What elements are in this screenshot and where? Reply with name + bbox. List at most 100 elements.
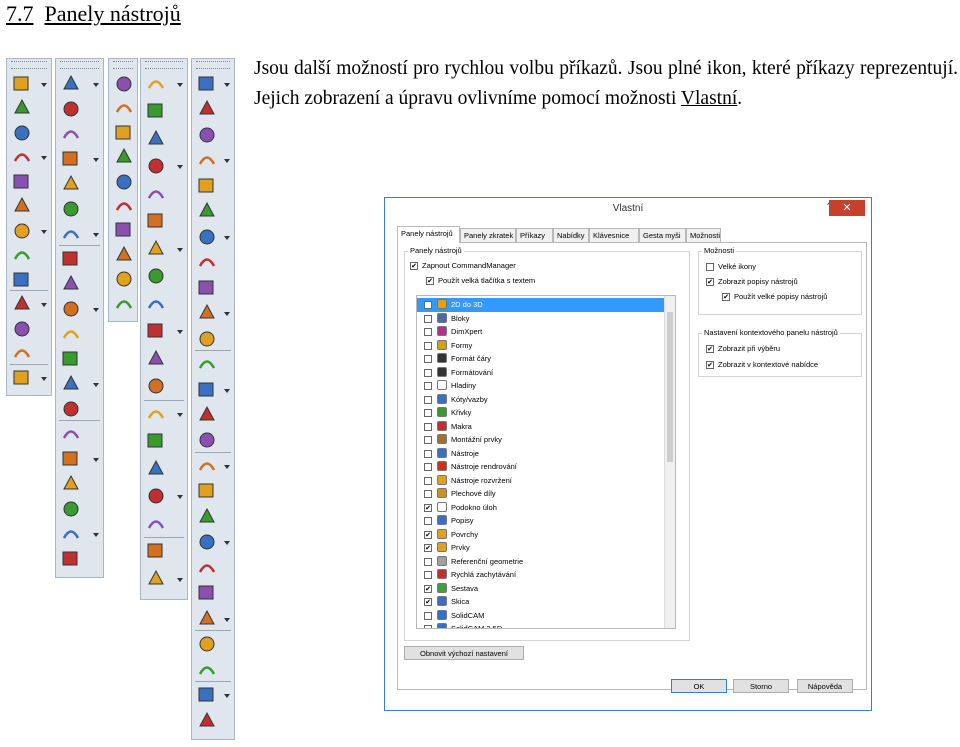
- tab-5[interactable]: Klávesnice: [589, 228, 639, 242]
- toolbar-grip[interactable]: [113, 61, 133, 69]
- toolbar-tool-icon[interactable]: [145, 100, 167, 122]
- toolbar-tool-icon[interactable]: [60, 523, 82, 545]
- toolbar-list-item[interactable]: Kóty/vazby: [417, 393, 667, 407]
- toolbar-tool-icon[interactable]: [145, 128, 167, 150]
- toolbar-tool-icon[interactable]: [113, 219, 135, 241]
- toolbar-tool-icon[interactable]: [60, 223, 82, 245]
- toolbar-checkbox[interactable]: [424, 328, 432, 336]
- toolbar-tool-icon[interactable]: [145, 568, 167, 590]
- show-tooltips-checkbox[interactable]: [706, 278, 714, 286]
- toolbar-list-item[interactable]: Formy: [417, 339, 667, 353]
- close-button[interactable]: ✕: [829, 200, 865, 216]
- chevron-down-icon[interactable]: [224, 464, 230, 469]
- chevron-down-icon[interactable]: [41, 83, 47, 87]
- toolbar-tool-icon[interactable]: [60, 423, 82, 445]
- toolbar-list-item[interactable]: Formát čáry: [417, 352, 667, 366]
- chevron-down-icon[interactable]: [93, 458, 99, 462]
- scrollbar-thumb[interactable]: [667, 312, 673, 462]
- toolbar-tool-icon[interactable]: [196, 506, 218, 528]
- toolbar-list-item[interactable]: Podokno úloh: [417, 501, 667, 515]
- toolbar-tool-icon[interactable]: [11, 146, 33, 168]
- toolbar-checkbox[interactable]: [424, 301, 432, 309]
- toolbar-tool-icon[interactable]: [11, 318, 33, 340]
- chevron-down-icon[interactable]: [93, 308, 99, 312]
- reset-defaults-button[interactable]: Obnovit výchozí nastavení: [404, 646, 524, 660]
- toolbar-tool-icon[interactable]: [60, 148, 82, 170]
- toolbar-list-item[interactable]: Rychlá zachytávání: [417, 568, 667, 582]
- toolbar-checkbox[interactable]: [424, 355, 432, 363]
- toolbar-tool-icon[interactable]: [196, 455, 218, 477]
- toolbar-checkbox[interactable]: [424, 544, 432, 552]
- toolbar-tool-icon[interactable]: [196, 200, 218, 222]
- toolbar-list-item[interactable]: Prvky: [417, 541, 667, 555]
- toolbar-tool-icon[interactable]: [11, 73, 33, 95]
- toolbar-tool-icon[interactable]: [145, 458, 167, 480]
- toolbar-tool-icon[interactable]: [113, 146, 135, 168]
- toolbar-tool-icon[interactable]: [60, 273, 82, 295]
- chevron-down-icon[interactable]: [177, 412, 183, 417]
- toolbar-tool-icon[interactable]: [196, 175, 218, 197]
- toolbar-list-item[interactable]: Nástroje rozvržení: [417, 474, 667, 488]
- toolbar-tool-icon[interactable]: [196, 98, 218, 120]
- toolbar-tool-icon[interactable]: [11, 171, 33, 193]
- toolbar-grip[interactable]: [11, 61, 47, 69]
- toolbar-tool-icon[interactable]: [196, 404, 218, 426]
- chevron-down-icon[interactable]: [224, 694, 230, 699]
- chevron-down-icon[interactable]: [177, 247, 183, 252]
- toolbars-list[interactable]: 2D do 3D Bloky DimXpert Formy Formát čáry For…: [416, 295, 676, 629]
- toolbar-tool-icon[interactable]: [196, 582, 218, 604]
- toolbar-tool-icon[interactable]: [60, 248, 82, 270]
- toolbar-tool-icon[interactable]: [60, 323, 82, 345]
- toolbar-tool-icon[interactable]: [60, 298, 82, 320]
- chevron-down-icon[interactable]: [93, 83, 99, 87]
- toolbar-tool-icon[interactable]: [113, 171, 135, 193]
- toolbar-list-item[interactable]: Nástroje: [417, 447, 667, 461]
- toolbar-tool-icon[interactable]: [11, 220, 33, 242]
- tab-4[interactable]: Nabídky: [553, 228, 589, 242]
- large-icons-checkbox[interactable]: [706, 263, 714, 271]
- toolbar-grip[interactable]: [196, 61, 230, 69]
- list-scrollbar[interactable]: [664, 296, 675, 628]
- tab-1[interactable]: Panely nástrojů: [397, 226, 460, 243]
- toolbar-tool-icon[interactable]: [11, 97, 33, 119]
- toolbar-tool-icon[interactable]: [60, 373, 82, 395]
- toolbar-tool-icon[interactable]: [11, 244, 33, 266]
- enable-commandmanager-checkbox[interactable]: [410, 262, 418, 270]
- toolbar-tool-icon[interactable]: [145, 320, 167, 342]
- toolbar-list-item[interactable]: 2D do 3D: [417, 298, 667, 312]
- toolbar-list-item[interactable]: Popisy: [417, 514, 667, 528]
- toolbar-tool-icon[interactable]: [11, 342, 33, 364]
- chevron-down-icon[interactable]: [41, 156, 47, 161]
- toolbar-list-item[interactable]: Referenční geometrie: [417, 555, 667, 569]
- toolbar-list-item[interactable]: Sestava: [417, 582, 667, 596]
- toolbar-list-item[interactable]: Povrchy: [417, 528, 667, 542]
- chevron-down-icon[interactable]: [41, 376, 47, 381]
- toolbar-tool-icon[interactable]: [60, 198, 82, 220]
- toolbar-tool-icon[interactable]: [60, 173, 82, 195]
- toolbar-checkbox[interactable]: [424, 476, 432, 485]
- toolbar-checkbox[interactable]: [424, 584, 432, 593]
- toolbar-list-item[interactable]: Plechové díly: [417, 487, 667, 501]
- toolbar-list-item[interactable]: Montážní prvky: [417, 433, 667, 447]
- tab-7[interactable]: Možnosti: [686, 228, 721, 242]
- toolbar-tool-icon[interactable]: [60, 473, 82, 495]
- toolbar-tool-icon[interactable]: [145, 183, 167, 205]
- chevron-down-icon[interactable]: [93, 533, 99, 537]
- toolbar-checkbox[interactable]: [424, 598, 432, 606]
- chevron-down-icon[interactable]: [224, 159, 230, 164]
- toolbar-grip[interactable]: [60, 61, 99, 69]
- toolbar-tool-icon[interactable]: [196, 710, 218, 732]
- toolbar-tool-icon[interactable]: [145, 293, 167, 315]
- toolbar-tool-icon[interactable]: [145, 430, 167, 452]
- toolbar-checkbox[interactable]: [424, 449, 432, 458]
- toolbar-list-item[interactable]: SolidCAM 2.5D: [417, 622, 667, 628]
- chevron-down-icon[interactable]: [41, 303, 47, 308]
- toolbar-tool-icon[interactable]: [60, 348, 82, 370]
- ok-button[interactable]: OK: [671, 679, 727, 693]
- toolbar-tool-icon[interactable]: [196, 557, 218, 579]
- toolbar-list-item[interactable]: DimXpert: [417, 325, 667, 339]
- toolbar-tool-icon[interactable]: [145, 403, 167, 425]
- toolbar-tool-icon[interactable]: [60, 448, 82, 470]
- toolbar-list-item[interactable]: Křivky: [417, 406, 667, 420]
- toolbar-tool-icon[interactable]: [113, 122, 135, 144]
